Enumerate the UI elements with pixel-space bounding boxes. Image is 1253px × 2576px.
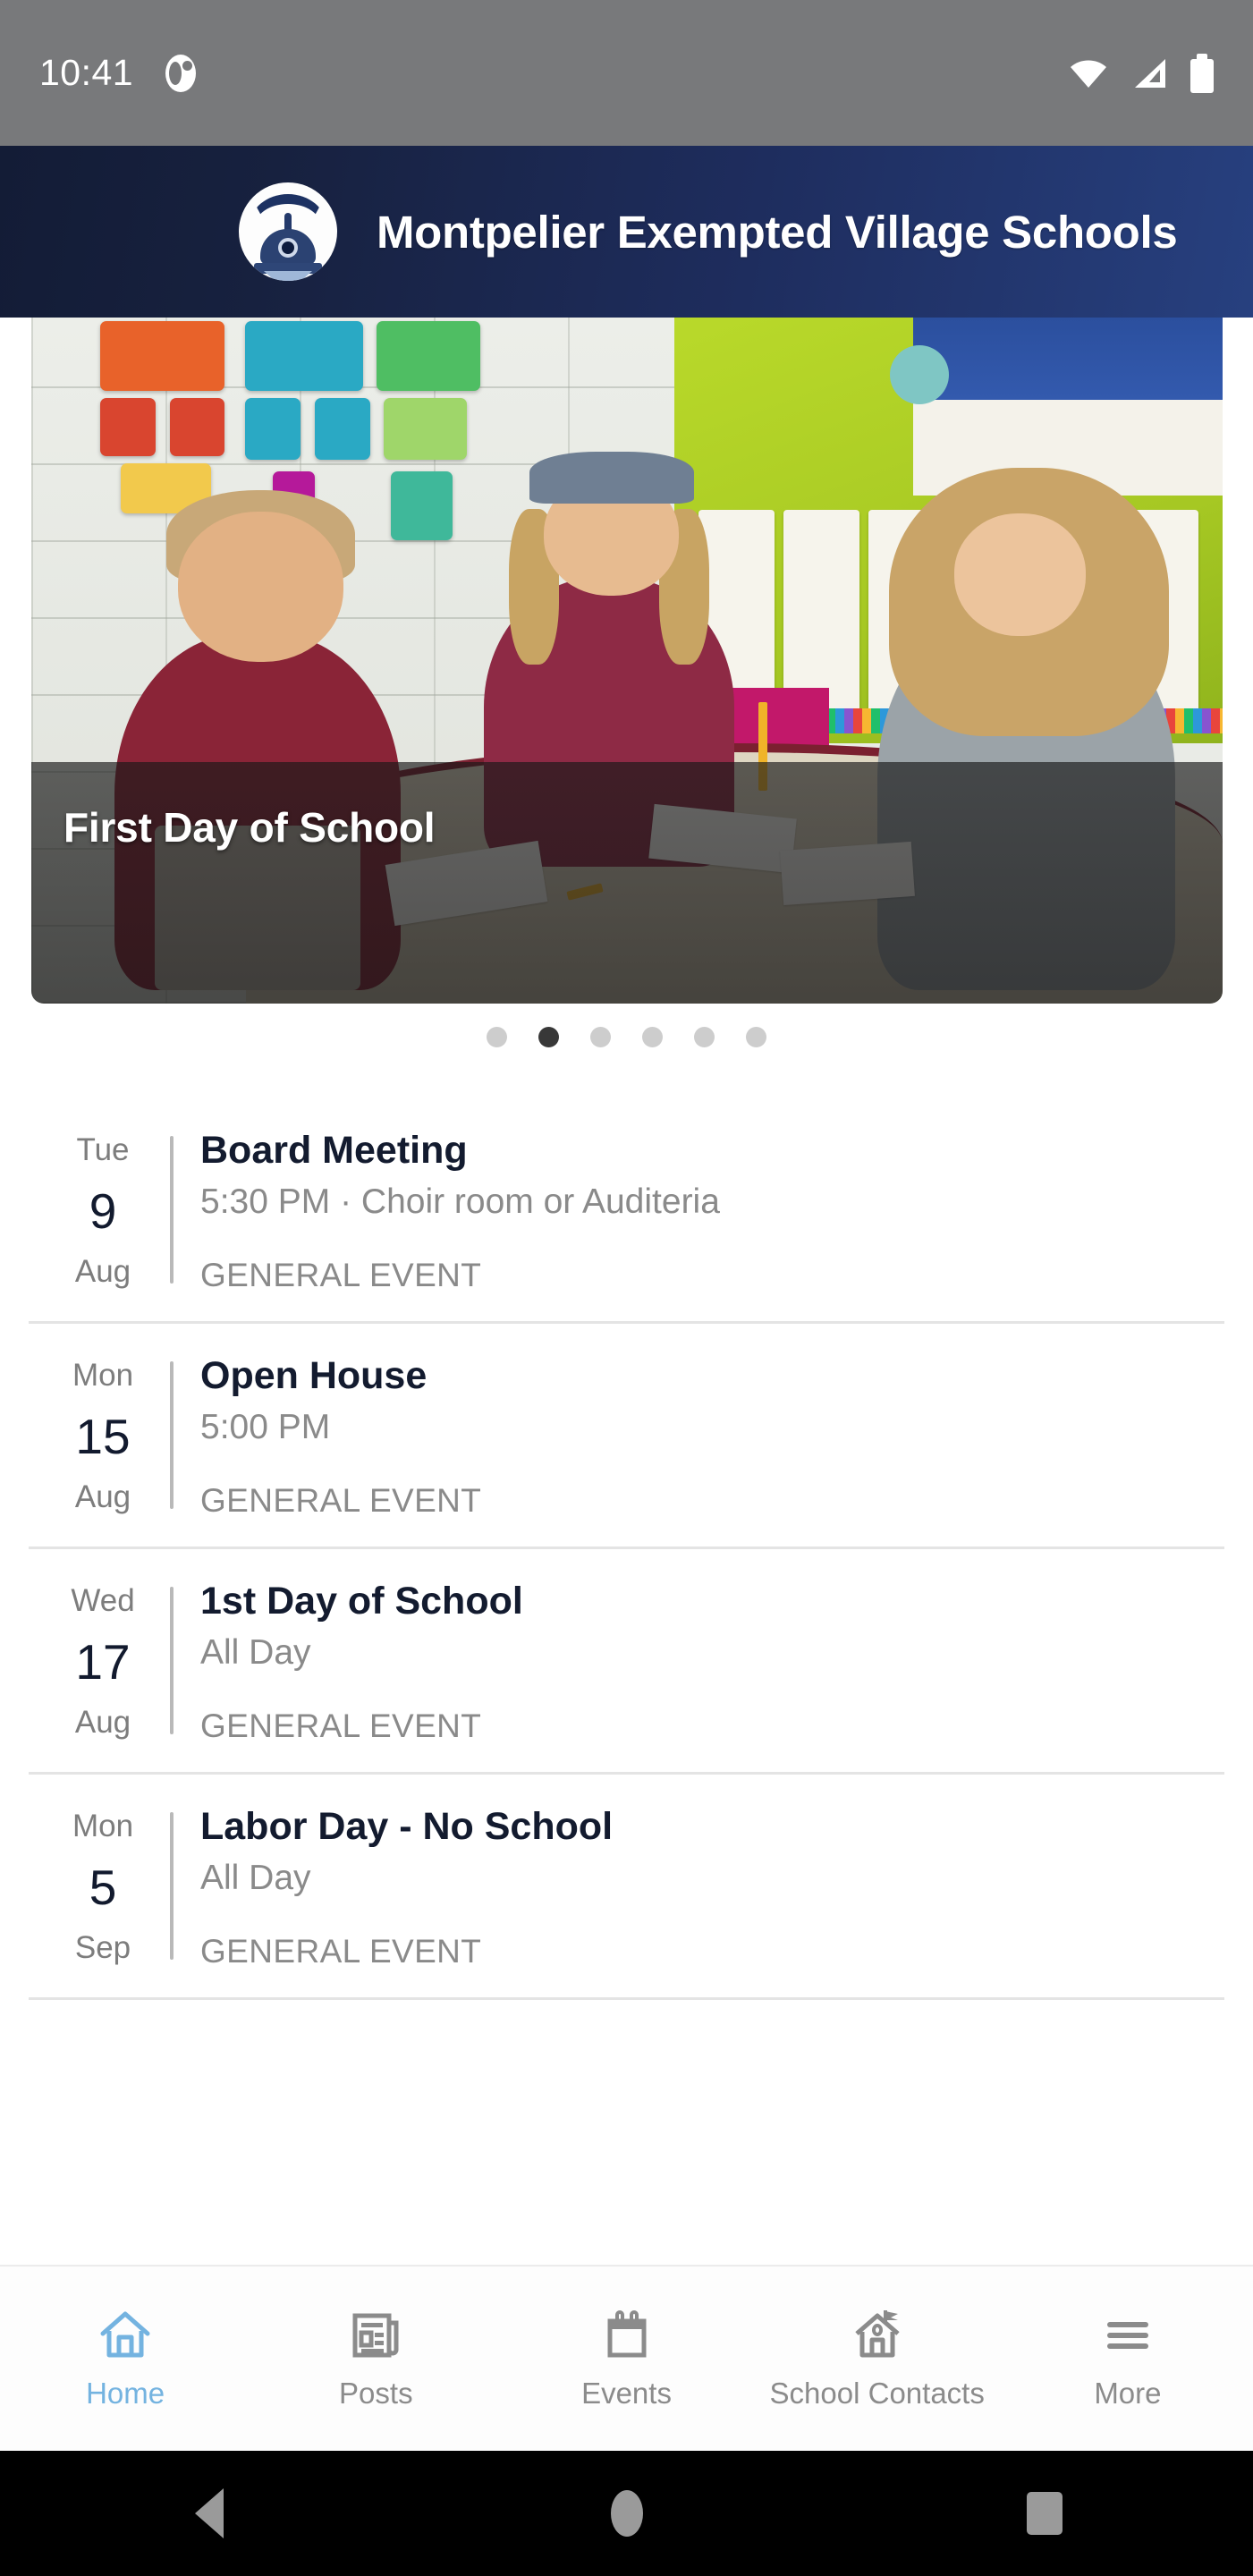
android-status-bar: 10:41 — [0, 0, 1253, 146]
android-navigation-bar — [0, 2451, 1253, 2576]
event-day-number: 5 — [89, 1860, 117, 1915]
school-logo-icon — [239, 182, 337, 281]
event-month: Aug — [74, 1479, 131, 1514]
wifi-icon — [1069, 58, 1108, 89]
tab-events[interactable]: Events — [501, 2307, 751, 2411]
tab-label: Events — [581, 2377, 672, 2410]
tab-label: More — [1094, 2377, 1162, 2410]
tab-school-contacts[interactable]: School Contacts — [752, 2307, 1003, 2411]
event-date: Tue 9 Aug — [36, 1129, 170, 1294]
event-list-item[interactable]: Wed 17 Aug 1st Day of School All Day GEN… — [0, 1549, 1253, 1772]
event-subtitle: 5:00 PM — [200, 1408, 331, 1447]
carousel-dot-4[interactable] — [642, 1026, 663, 1047]
calendar-icon — [599, 2307, 655, 2362]
event-details: 1st Day of School All Day GENERAL EVENT — [174, 1580, 1217, 1745]
hero-slide[interactable]: First Day of School — [31, 318, 1223, 1004]
cell-signal-icon — [1131, 57, 1167, 89]
event-day-of-week: Tue — [76, 1132, 130, 1167]
app-screen: 10:41 Montpelier Exempted Village School… — [0, 0, 1253, 2576]
event-category: GENERAL EVENT — [200, 1933, 482, 1970]
event-day-of-week: Mon — [72, 1809, 134, 1843]
event-list-item[interactable]: Mon 5 Sep Labor Day - No School All Day … — [0, 1775, 1253, 1997]
event-day-number: 9 — [89, 1183, 117, 1239]
event-details: Open House 5:00 PM GENERAL EVENT — [174, 1354, 1217, 1520]
alphabet-card — [783, 509, 859, 716]
event-category: GENERAL EVENT — [200, 1482, 482, 1519]
event-list-item[interactable]: Tue 9 Aug Board Meeting 5:30 PM · Choir … — [0, 1098, 1253, 1321]
carousel-dot-1[interactable] — [487, 1026, 507, 1047]
status-bar-indicators — [1069, 53, 1214, 93]
event-date: Mon 5 Sep — [36, 1805, 170, 1970]
event-date: Mon 15 Aug — [36, 1354, 170, 1520]
event-title: Board Meeting — [200, 1129, 468, 1172]
event-title: 1st Day of School — [200, 1580, 523, 1623]
status-bar-clock: 10:41 — [39, 52, 134, 93]
app-header: Montpelier Exempted Village Schools — [0, 146, 1253, 318]
tab-label: Home — [86, 2377, 165, 2410]
event-day-of-week: Mon — [72, 1358, 134, 1393]
hero-caption-text: First Day of School — [63, 804, 436, 851]
event-list-item[interactable]: Mon 15 Aug Open House 5:00 PM GENERAL EV… — [0, 1324, 1253, 1546]
event-date: Wed 17 Aug — [36, 1580, 170, 1745]
carousel-dot-6[interactable] — [746, 1026, 766, 1047]
event-day-number: 17 — [75, 1634, 131, 1690]
tab-posts[interactable]: Posts — [250, 2307, 501, 2411]
carousel-dot-3[interactable] — [590, 1026, 611, 1047]
app-notification-icon — [162, 54, 199, 92]
bottom-tab-bar: Home Posts Events School Contacts More — [0, 2265, 1253, 2451]
event-subtitle: 5:30 PM · Choir room or Auditeria — [200, 1182, 720, 1222]
newspaper-icon — [348, 2307, 403, 2362]
events-list: Tue 9 Aug Board Meeting 5:30 PM · Choir … — [0, 1098, 1253, 2000]
nav-home-button[interactable] — [418, 2490, 835, 2537]
event-category: GENERAL EVENT — [200, 1257, 482, 1293]
event-subtitle: All Day — [200, 1859, 311, 1898]
hamburger-menu-icon — [1100, 2307, 1156, 2362]
tab-home[interactable]: Home — [0, 2307, 250, 2411]
page-title: Montpelier Exempted Village Schools — [377, 206, 1178, 258]
event-month: Aug — [74, 1254, 131, 1289]
school-building-icon — [850, 2307, 905, 2362]
event-subtitle: All Day — [200, 1633, 311, 1673]
event-details: Board Meeting 5:30 PM · Choir room or Au… — [174, 1129, 1217, 1294]
event-details: Labor Day - No School All Day GENERAL EV… — [174, 1805, 1217, 1970]
carousel-dot-5[interactable] — [694, 1026, 715, 1047]
event-month: Sep — [74, 1930, 131, 1965]
nav-recents-button[interactable] — [835, 2492, 1253, 2535]
tab-more[interactable]: More — [1003, 2307, 1253, 2411]
event-title: Open House — [200, 1354, 428, 1397]
tab-label: Posts — [339, 2377, 413, 2410]
event-category: GENERAL EVENT — [200, 1707, 482, 1744]
event-day-of-week: Wed — [71, 1583, 135, 1618]
hero-caption-overlay: First Day of School — [31, 762, 1223, 1004]
list-divider — [29, 1997, 1224, 2000]
event-month: Aug — [74, 1705, 131, 1740]
event-title: Labor Day - No School — [200, 1805, 614, 1848]
tab-label: School Contacts — [769, 2377, 985, 2410]
nav-back-button[interactable] — [0, 2488, 418, 2538]
hero-carousel[interactable]: First Day of School — [31, 318, 1223, 1004]
carousel-pagination-dots[interactable] — [0, 1004, 1253, 1069]
battery-full-icon — [1190, 53, 1214, 93]
carousel-dot-2[interactable] — [538, 1026, 559, 1047]
home-icon — [97, 2307, 153, 2362]
event-day-number: 15 — [75, 1409, 131, 1464]
